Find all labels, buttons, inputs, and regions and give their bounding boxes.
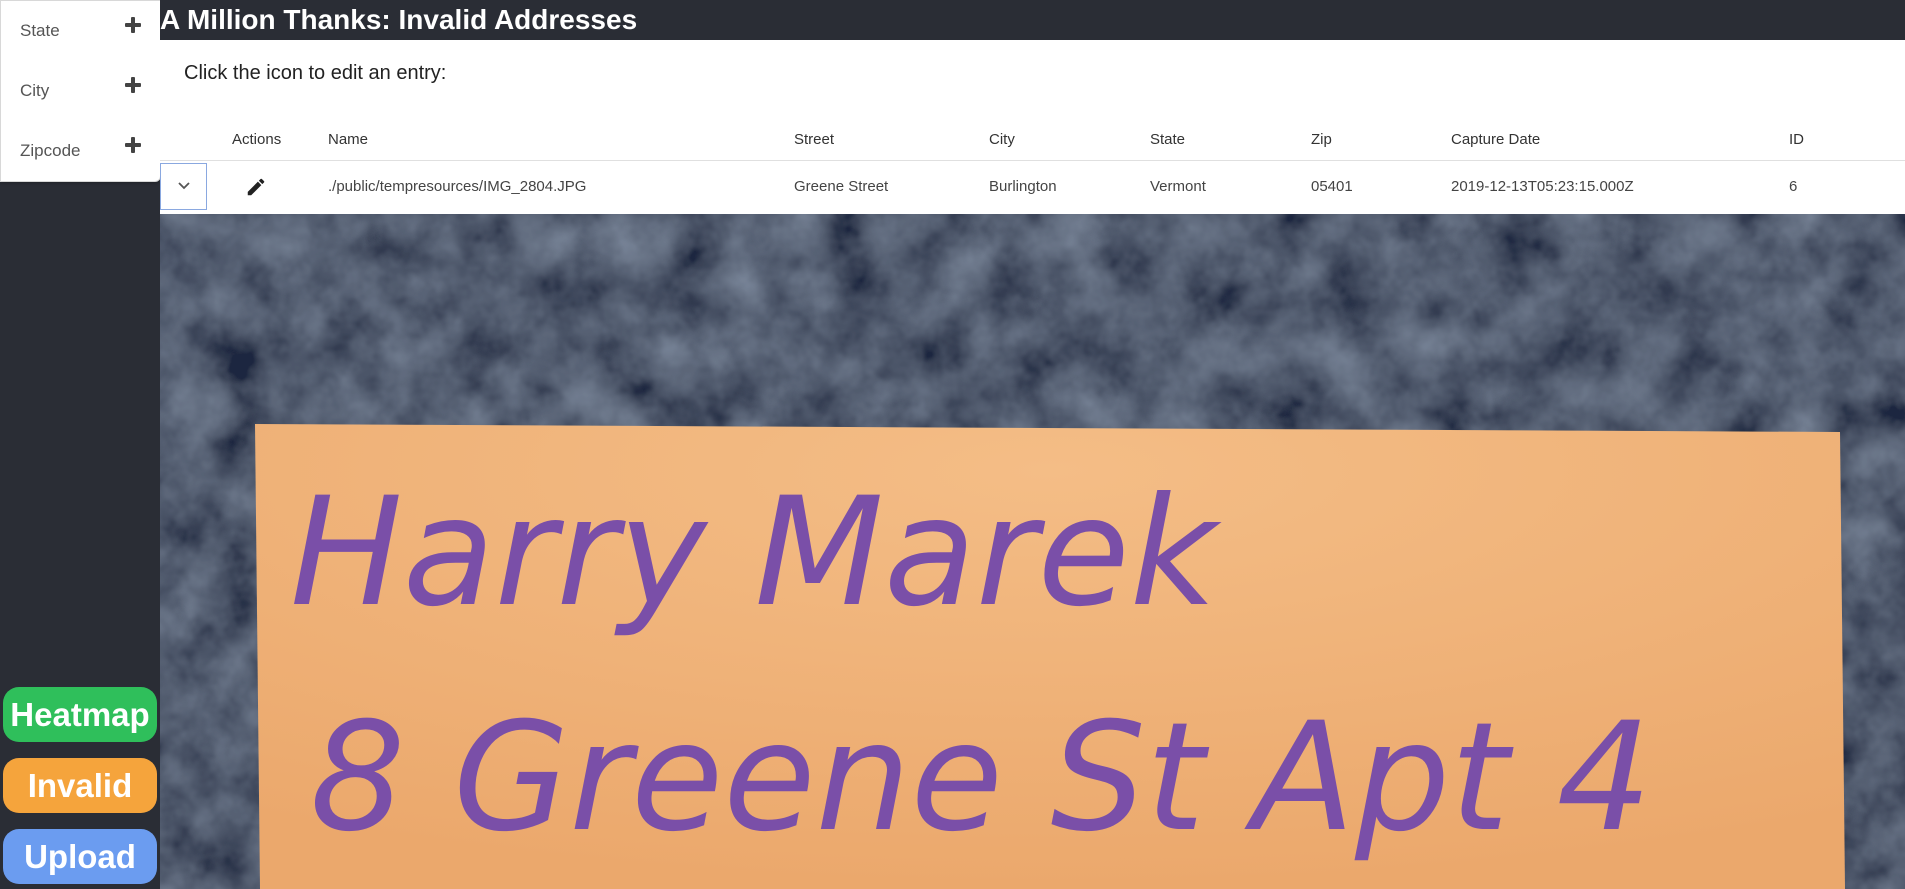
plus-icon[interactable] [125,17,141,33]
cell-state: Vermont [1150,178,1206,195]
upload-button[interactable]: Upload [3,829,157,884]
column-header-name[interactable]: Name [328,120,368,160]
column-header-id[interactable]: ID [1789,120,1804,160]
plus-icon[interactable] [125,137,141,153]
handwriting-line1: Harry Marek [290,466,1222,640]
filter-label-state: State [20,21,60,40]
header: A Million Thanks: Invalid Addresses [160,0,1905,40]
cell-name: ./public/tempresources/IMG_2804.JPG [328,178,587,195]
cell-id: 6 [1789,178,1798,195]
filter-panel: State City Zipcode [0,0,161,182]
column-header-city[interactable]: City [989,120,1015,160]
page-title: A Million Thanks: Invalid Addresses [160,4,638,35]
main-content: Click the icon to edit an entry: Actions… [160,40,1905,889]
filter-row-state[interactable]: State [1,1,160,61]
sidebar: State City Zipcode Heatmap Invalid Uploa… [0,0,161,889]
column-header-capture-date[interactable]: Capture Date [1451,120,1540,160]
filter-label-zipcode: Zipcode [20,141,81,160]
column-header-actions: Actions [232,131,282,148]
expand-row-button[interactable] [160,163,207,210]
heatmap-button[interactable]: Heatmap [3,687,157,742]
cell-city: Burlington [989,178,1057,195]
filter-row-city[interactable]: City [1,61,160,121]
handwriting-line2: 8 Greene St Apt 4 [310,691,1652,865]
chevron-down-icon [178,182,190,190]
filter-label-city: City [20,81,50,100]
cell-street: Greene Street [794,178,889,195]
cell-capture-date: 2019-12-13T05:23:15.000Z [1451,178,1634,195]
column-header-street[interactable]: Street [794,120,834,160]
table-row[interactable]: ./public/tempresources/IMG_2804.JPG Gree… [160,161,1905,213]
envelope-photo: Harry Marek 8 Greene St Apt 4 [160,214,1905,889]
plus-icon[interactable] [125,77,141,93]
instructions-text: Click the icon to edit an entry: [184,62,447,84]
column-header-zip[interactable]: Zip [1311,120,1332,160]
invalid-button[interactable]: Invalid [3,758,157,813]
table-header: Actions Name Street City State Zip Captu… [160,120,1905,161]
filter-row-zipcode[interactable]: Zipcode [1,121,160,181]
column-header-state[interactable]: State [1150,120,1185,160]
pencil-icon[interactable] [245,176,267,198]
cell-zip: 05401 [1311,178,1353,195]
